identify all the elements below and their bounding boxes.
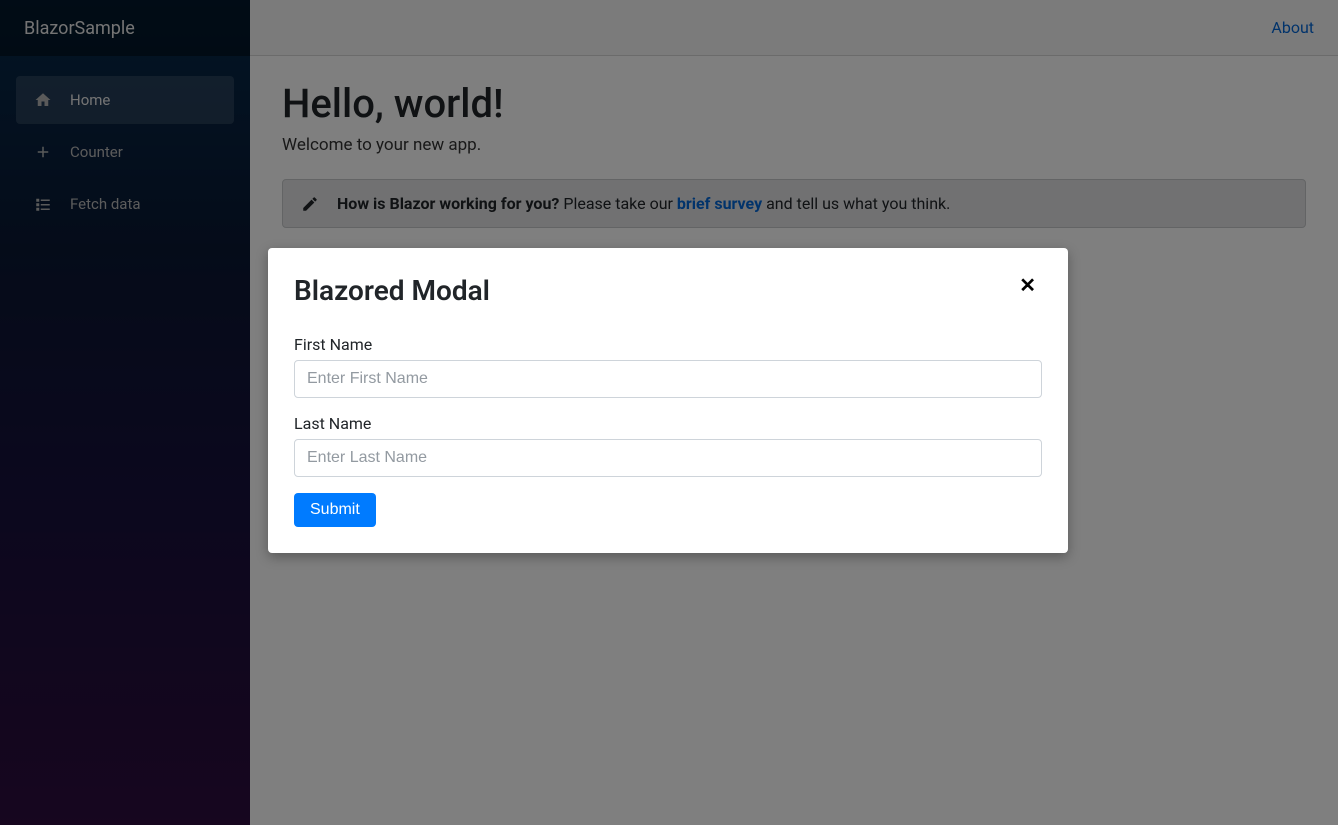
- modal-close-button[interactable]: ✕: [1013, 274, 1042, 298]
- last-name-label: Last Name: [294, 414, 1042, 433]
- modal-dialog: Blazored Modal ✕ First Name Last Name Su…: [268, 248, 1068, 553]
- first-name-label: First Name: [294, 335, 1042, 354]
- modal-header: Blazored Modal ✕: [294, 274, 1042, 307]
- first-name-input[interactable]: [294, 360, 1042, 398]
- last-name-group: Last Name: [294, 414, 1042, 477]
- submit-button[interactable]: Submit: [294, 493, 376, 527]
- modal-title: Blazored Modal: [294, 274, 490, 307]
- first-name-group: First Name: [294, 335, 1042, 398]
- last-name-input[interactable]: [294, 439, 1042, 477]
